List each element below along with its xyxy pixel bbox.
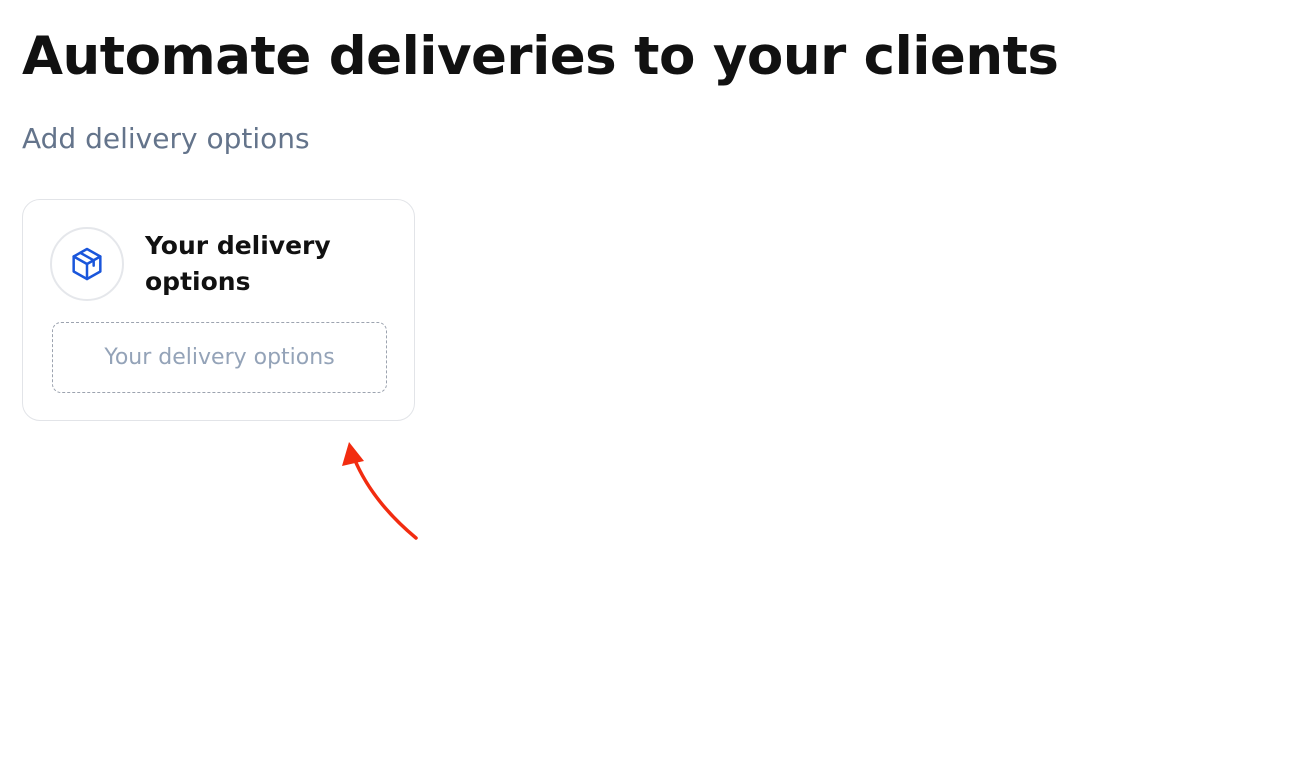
card-title: Your delivery options (145, 231, 331, 296)
package-box-icon (72, 247, 102, 281)
dropzone-label: Your delivery options (104, 345, 335, 370)
delivery-options-card: Your delivery options Your delivery opti… (22, 199, 415, 421)
delivery-options-dropzone[interactable]: Your delivery options (52, 322, 387, 393)
page-title: Automate deliveries to your clients (22, 26, 1059, 87)
page-subtitle: Add delivery options (22, 122, 310, 155)
package-icon-container (50, 227, 124, 301)
annotation-arrow-icon (342, 442, 418, 540)
